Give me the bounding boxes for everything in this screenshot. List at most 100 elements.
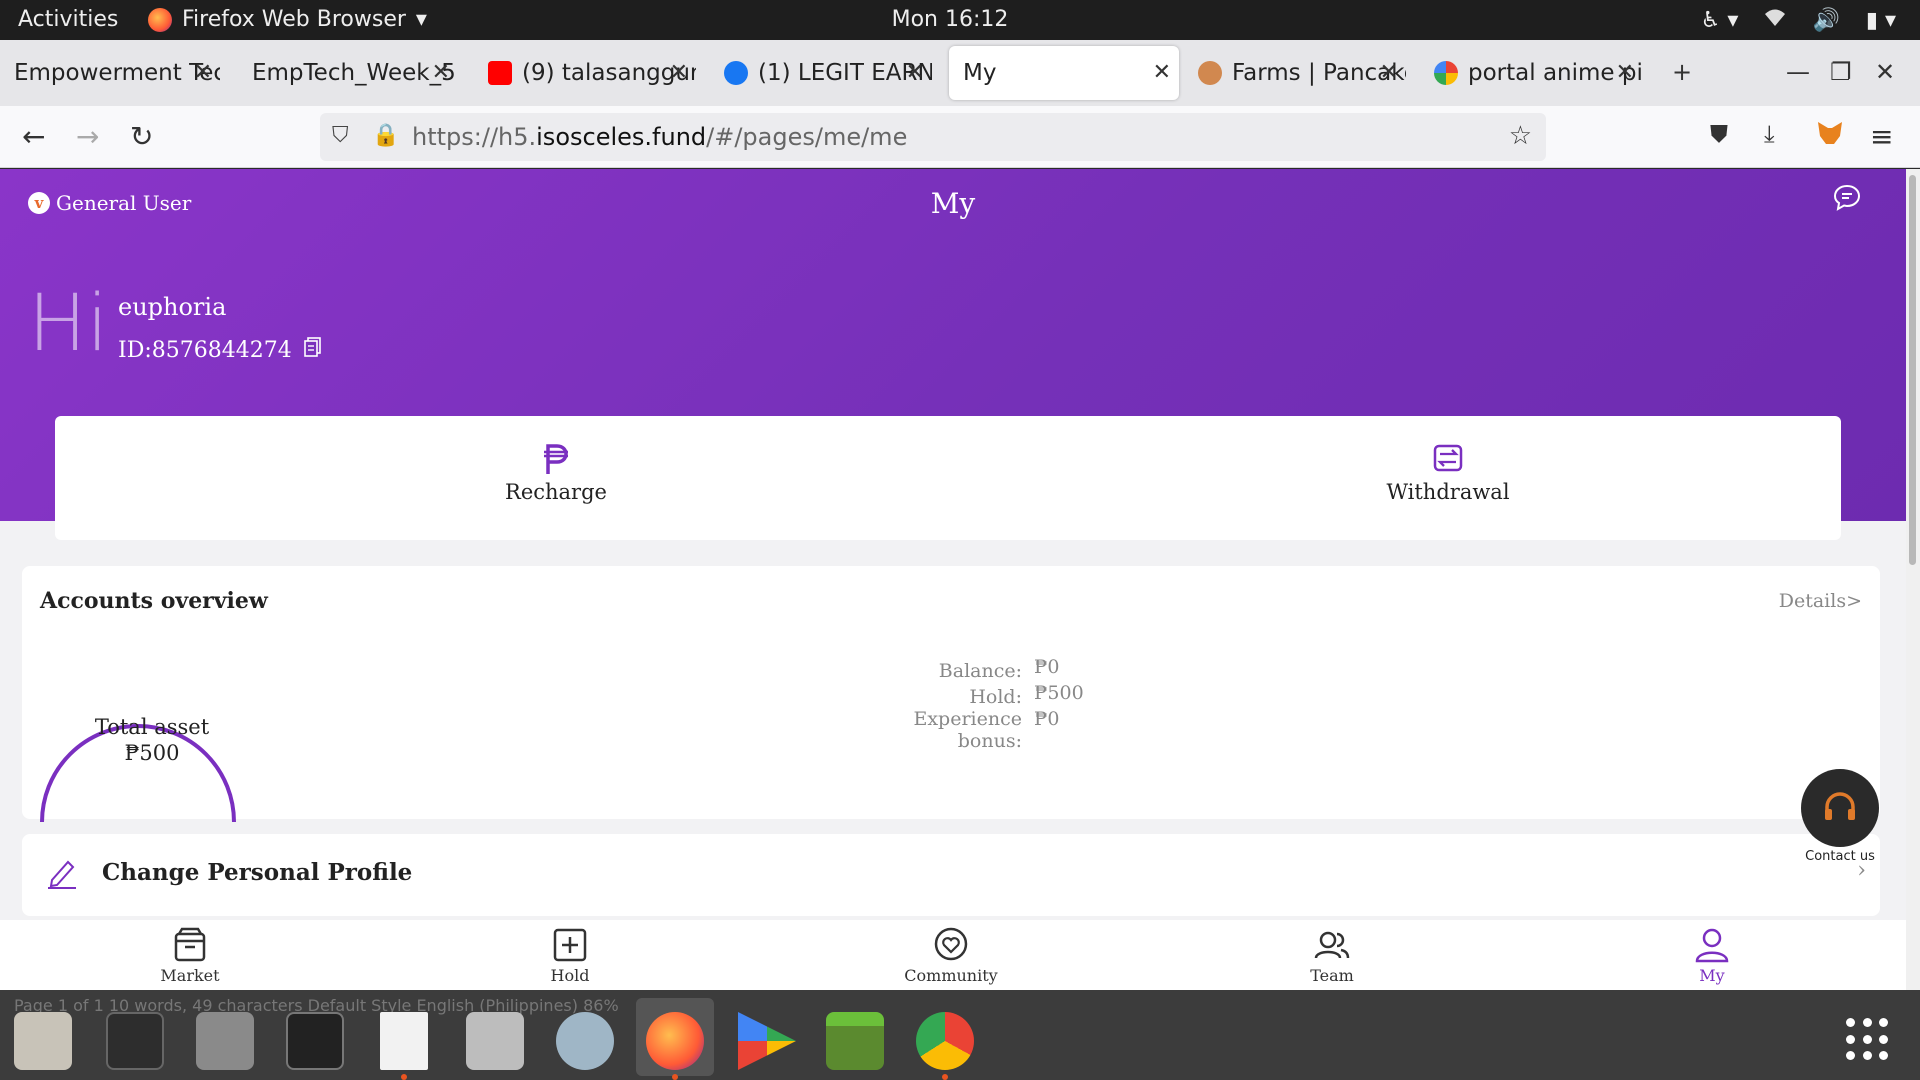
running-indicator (401, 1074, 407, 1080)
close-icon[interactable]: ✕ (432, 60, 450, 85)
tab-label: Empowerment Tec (14, 60, 220, 86)
tab-facebook[interactable]: (1) LEGIT EARN ✕ (710, 46, 932, 100)
lock-icon[interactable]: 🔒 (372, 123, 399, 148)
contact-us-label: Contact us (1805, 849, 1875, 864)
nav-label: Community (904, 966, 998, 985)
chrome-icon[interactable] (916, 1012, 974, 1070)
hold-label: Hold: (969, 686, 1022, 708)
window-close-button[interactable]: ✕ (1875, 58, 1895, 86)
reload-button[interactable]: ↻ (130, 120, 153, 153)
terminal-icon[interactable] (286, 1012, 344, 1070)
forward-button[interactable]: → (76, 120, 99, 153)
pancake-icon (1198, 61, 1222, 85)
close-icon[interactable]: ✕ (906, 60, 924, 85)
address-bar[interactable]: ⛉ 🔒 https://h5.isosceles.fund/#/pages/me… (320, 113, 1546, 161)
close-icon[interactable]: ✕ (1153, 60, 1171, 85)
close-icon[interactable]: ✕ (670, 60, 688, 85)
accessibility-icon[interactable]: ♿ ▾ (1701, 8, 1739, 33)
chat-icon[interactable] (1832, 183, 1862, 217)
minecraft-icon[interactable] (826, 1012, 884, 1070)
copy-icon[interactable] (303, 337, 322, 363)
page-scrollbar[interactable] (1906, 169, 1920, 990)
close-icon[interactable]: ✕ (194, 60, 212, 85)
nav-label: Market (160, 966, 220, 985)
nav-community[interactable]: Community (881, 926, 1021, 985)
pocket-icon[interactable]: ⛊ (1710, 120, 1728, 148)
details-link[interactable]: Details> (1779, 590, 1862, 612)
download-icon[interactable]: ⤓ (1764, 120, 1775, 148)
hold-icon (553, 928, 587, 962)
user-id: ID:8576844274 (118, 337, 292, 363)
bottom-tab-navigation: Market Hold Community Team My (0, 920, 1906, 990)
balance-label: Balance: (938, 660, 1022, 682)
action-card: Recharge Withdrawal (55, 416, 1841, 540)
nav-label: Hold (550, 966, 590, 985)
recharge-button[interactable]: Recharge (406, 442, 706, 504)
camera-icon[interactable] (466, 1012, 524, 1070)
greeting: Hi (28, 279, 109, 369)
accounts-overview-card: Accounts overview Details> Total asset ₱… (22, 566, 1880, 823)
page-title: My (930, 187, 976, 220)
tab-google[interactable]: portal anime pi ✕ (1420, 46, 1642, 100)
browser-tab-bar: Empowerment Tec ✕ EmpTech_Week_5 ✕ (9) t… (0, 40, 1920, 106)
scrollbar-thumb[interactable] (1909, 175, 1916, 565)
contact-us-button[interactable]: Contact us (1800, 769, 1880, 864)
minimize-button[interactable]: — (1786, 58, 1810, 86)
image-viewer-icon[interactable] (14, 1012, 72, 1070)
files-icon[interactable] (196, 1012, 254, 1070)
system-tray[interactable]: ♿ ▾ 🔊 ▮ ▾ (1701, 7, 1896, 33)
metamask-icon[interactable] (1816, 120, 1844, 153)
hamburger-menu-icon[interactable]: ≡ (1870, 120, 1893, 153)
recharge-label: Recharge (505, 480, 607, 504)
play-store-icon[interactable] (738, 1012, 796, 1070)
balance-value: ₱0 (1034, 656, 1060, 678)
team-icon (1314, 931, 1350, 959)
nav-team[interactable]: Team (1262, 926, 1402, 985)
jet-app-icon[interactable] (556, 1012, 614, 1070)
url-text[interactable]: https://h5.isosceles.fund/#/pages/me/me (412, 123, 907, 151)
headset-icon (1801, 769, 1879, 847)
total-asset-label: Total asset (94, 715, 210, 739)
show-applications-icon[interactable] (1846, 1018, 1890, 1062)
tab-my[interactable]: My ✕ (949, 46, 1179, 100)
tab-empowerment[interactable]: Empowerment Tec ✕ (0, 46, 220, 100)
nav-my[interactable]: My (1642, 926, 1782, 985)
user-icon (1695, 928, 1729, 963)
close-icon[interactable]: ✕ (1616, 60, 1634, 85)
nav-label: My (1699, 966, 1725, 985)
back-button[interactable]: ← (22, 120, 45, 153)
system-top-bar: Activities Firefox Web Browser ▾ Mon 16:… (0, 0, 1920, 40)
new-tab-button[interactable]: + (1672, 58, 1692, 86)
volume-icon: 🔊 (1812, 7, 1840, 33)
withdrawal-button[interactable]: Withdrawal (1298, 442, 1598, 504)
pencil-icon (46, 856, 78, 894)
running-indicator (942, 1074, 948, 1080)
tab-emptech[interactable]: EmpTech_Week_5 ✕ (238, 46, 458, 100)
shield-icon[interactable]: ⛉ (332, 123, 349, 148)
tab-youtube[interactable]: (9) talasanggur ✕ (474, 46, 696, 100)
ubuntu-dock: Page 1 of 1 10 words, 49 characters Defa… (0, 990, 1920, 1080)
experience-bonus-value: ₱0 (1034, 708, 1060, 730)
nav-hold[interactable]: Hold (500, 926, 640, 985)
nav-label: Team (1310, 966, 1354, 985)
bookmark-star-icon[interactable]: ☆ (1509, 121, 1532, 151)
firefox-icon[interactable] (646, 1012, 704, 1070)
tab-label: My (963, 60, 997, 86)
community-icon (934, 927, 968, 961)
restore-button[interactable]: ❐ (1830, 58, 1852, 86)
accounts-heading: Accounts overview (40, 588, 268, 614)
clock[interactable]: Mon 16:12 (0, 7, 1900, 32)
withdraw-icon (1298, 442, 1598, 476)
experience-bonus-label: Experience bonus: (913, 708, 1022, 752)
tab-pancake[interactable]: Farms | Pancake ✕ (1184, 46, 1406, 100)
navigation-toolbar: ← → ↻ ⛉ 🔒 https://h5.isosceles.fund/#/pa… (0, 106, 1920, 168)
video-editor-icon[interactable] (106, 1012, 164, 1070)
tab-label: EmpTech_Week_5 (252, 60, 456, 86)
change-profile-label: Change Personal Profile (102, 859, 413, 886)
peso-icon (406, 442, 706, 476)
withdrawal-label: Withdrawal (1386, 480, 1510, 504)
change-profile-row[interactable]: Change Personal Profile › (22, 834, 1880, 916)
nav-market[interactable]: Market (120, 926, 260, 985)
close-icon[interactable]: ✕ (1380, 60, 1398, 85)
text-editor-icon[interactable] (380, 1012, 428, 1070)
